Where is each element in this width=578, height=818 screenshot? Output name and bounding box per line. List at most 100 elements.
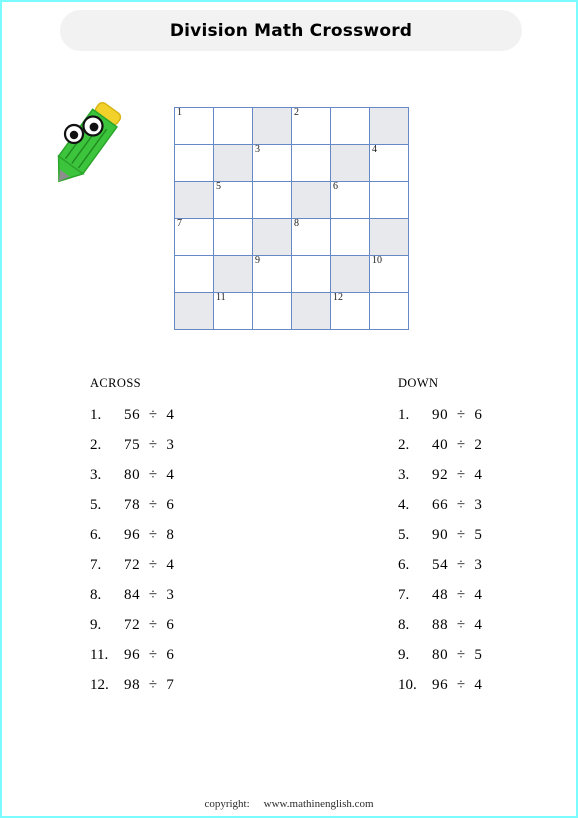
crossword-cell[interactable]: 4 [369,144,409,182]
across-clue-list: 1. 56 ÷ 4 2. 75 ÷ 3 3. 80 ÷ 4 5. 78 ÷ 6 6. 96 ÷ 8… [90,407,175,707]
crossword-cell[interactable] [174,181,214,219]
crossword-cell-number: 1 [177,107,182,118]
crossword-cell-number: 7 [177,218,182,229]
clue-item: 9. 80 ÷ 5 [398,647,483,677]
clue-number: 2. [90,437,102,453]
down-heading: DOWN [398,376,439,390]
clue-number: 1. [398,407,410,423]
crossword-cell[interactable] [213,218,253,256]
clue-expression: 90 ÷ 6 [432,407,483,423]
crossword-row: 9 10 [174,255,409,293]
crossword-cell[interactable] [291,181,331,219]
clue-item: 2. 40 ÷ 2 [398,437,483,467]
crossword-cell[interactable] [174,292,214,330]
copyright-label: copyright: [204,798,250,810]
crossword-cell[interactable]: 12 [330,292,370,330]
clue-expression: 96 ÷ 8 [124,527,175,543]
crossword-cell[interactable] [369,218,409,256]
crossword-cell[interactable]: 1 [174,107,214,145]
crossword-cell[interactable] [252,107,292,145]
crossword-cell[interactable]: 2 [291,107,331,145]
crossword-cell[interactable] [330,255,370,293]
clue-number: 8. [90,587,102,603]
crossword-cell[interactable] [369,181,409,219]
crossword-grid[interactable]: 1 2 3 4 5 6 7 8 9 10 11 12 [174,107,409,330]
clue-number: 11. [90,647,109,663]
clue-expression: 96 ÷ 6 [124,647,175,663]
crossword-cell[interactable] [174,144,214,182]
clue-number: 9. [90,617,102,633]
clue-expression: 56 ÷ 4 [124,407,175,423]
crossword-cell[interactable]: 6 [330,181,370,219]
clue-expression: 96 ÷ 4 [432,677,483,693]
crossword-row: 56 [174,181,409,219]
clue-expression: 48 ÷ 4 [432,587,483,603]
crossword-cell[interactable] [330,144,370,182]
clue-number: 4. [398,497,410,513]
clue-item: 5. 90 ÷ 5 [398,527,483,557]
clue-number: 5. [398,527,410,543]
crossword-cell[interactable] [213,144,253,182]
crossword-grid-table[interactable]: 1 2 3 4 5 6 7 8 9 10 11 12 [174,107,409,330]
clue-item: 4. 66 ÷ 3 [398,497,483,527]
clue-item: 6. 96 ÷ 8 [90,527,175,557]
crossword-cell[interactable]: 5 [213,181,253,219]
crossword-cell[interactable] [252,218,292,256]
footer: copyright: www.mathinenglish.com [2,798,576,810]
clue-item: 10. 96 ÷ 4 [398,677,483,707]
clue-number: 2. [398,437,410,453]
across-heading: ACROSS [90,376,142,390]
clue-item: 1. 90 ÷ 6 [398,407,483,437]
clue-expression: 54 ÷ 3 [432,557,483,573]
title-banner: Division Math Crossword [60,10,522,51]
crossword-cell-number: 2 [294,107,299,118]
clue-expression: 72 ÷ 6 [124,617,175,633]
clue-expression: 75 ÷ 3 [124,437,175,453]
crossword-row: 78 [174,218,409,256]
clue-number: 8. [398,617,410,633]
crossword-cell[interactable] [174,255,214,293]
crossword-cell-number: 6 [333,181,338,192]
clue-number: 5. [90,497,102,513]
clue-item: 11. 96 ÷ 6 [90,647,175,677]
clue-item: 12. 98 ÷ 7 [90,677,175,707]
clue-expression: 92 ÷ 4 [432,467,483,483]
crossword-cell-number: 4 [372,144,377,155]
crossword-cell[interactable]: 10 [369,255,409,293]
across-clues-column: ACROSS 1. 56 ÷ 4 2. 75 ÷ 3 3. 80 ÷ 4 5. 78 ÷ 6 6… [90,376,175,707]
down-clue-list: 1. 90 ÷ 6 2. 40 ÷ 2 3. 92 ÷ 4 4. 66 ÷ 3 5. 90 ÷ 5… [398,407,483,707]
clue-item: 1. 56 ÷ 4 [90,407,175,437]
crossword-cell-number: 12 [333,292,343,303]
clue-expression: 98 ÷ 7 [124,677,175,693]
crossword-cell-number: 10 [372,255,382,266]
crossword-cell[interactable] [213,107,253,145]
crossword-cell[interactable] [330,218,370,256]
crossword-cell[interactable] [369,292,409,330]
clue-item: 2. 75 ÷ 3 [90,437,175,467]
clue-item: 8. 88 ÷ 4 [398,617,483,647]
crossword-cell[interactable]: 11 [213,292,253,330]
clue-number: 1. [90,407,102,423]
crossword-cell[interactable] [291,255,331,293]
crossword-cell[interactable] [291,144,331,182]
crossword-cell[interactable]: 9 [252,255,292,293]
crossword-cell-number: 11 [216,292,226,303]
crossword-cell[interactable] [252,292,292,330]
crossword-row: 12 [174,107,409,145]
crossword-cell[interactable] [369,107,409,145]
crossword-cell[interactable] [252,181,292,219]
crossword-cell[interactable] [213,255,253,293]
clue-item: 7. 48 ÷ 4 [398,587,483,617]
clue-number: 9. [398,647,410,663]
clue-item: 9. 72 ÷ 6 [90,617,175,647]
clue-expression: 78 ÷ 6 [124,497,175,513]
crossword-cell[interactable] [330,107,370,145]
crossword-row: 11 12 [174,292,409,330]
crossword-cell[interactable] [291,292,331,330]
clue-number: 3. [90,467,102,483]
crossword-cell[interactable]: 8 [291,218,331,256]
crossword-grid-body: 1 2 3 4 5 6 7 8 9 10 11 12 [174,107,409,330]
pencil-icon [57,101,122,183]
crossword-cell[interactable]: 7 [174,218,214,256]
crossword-cell[interactable]: 3 [252,144,292,182]
